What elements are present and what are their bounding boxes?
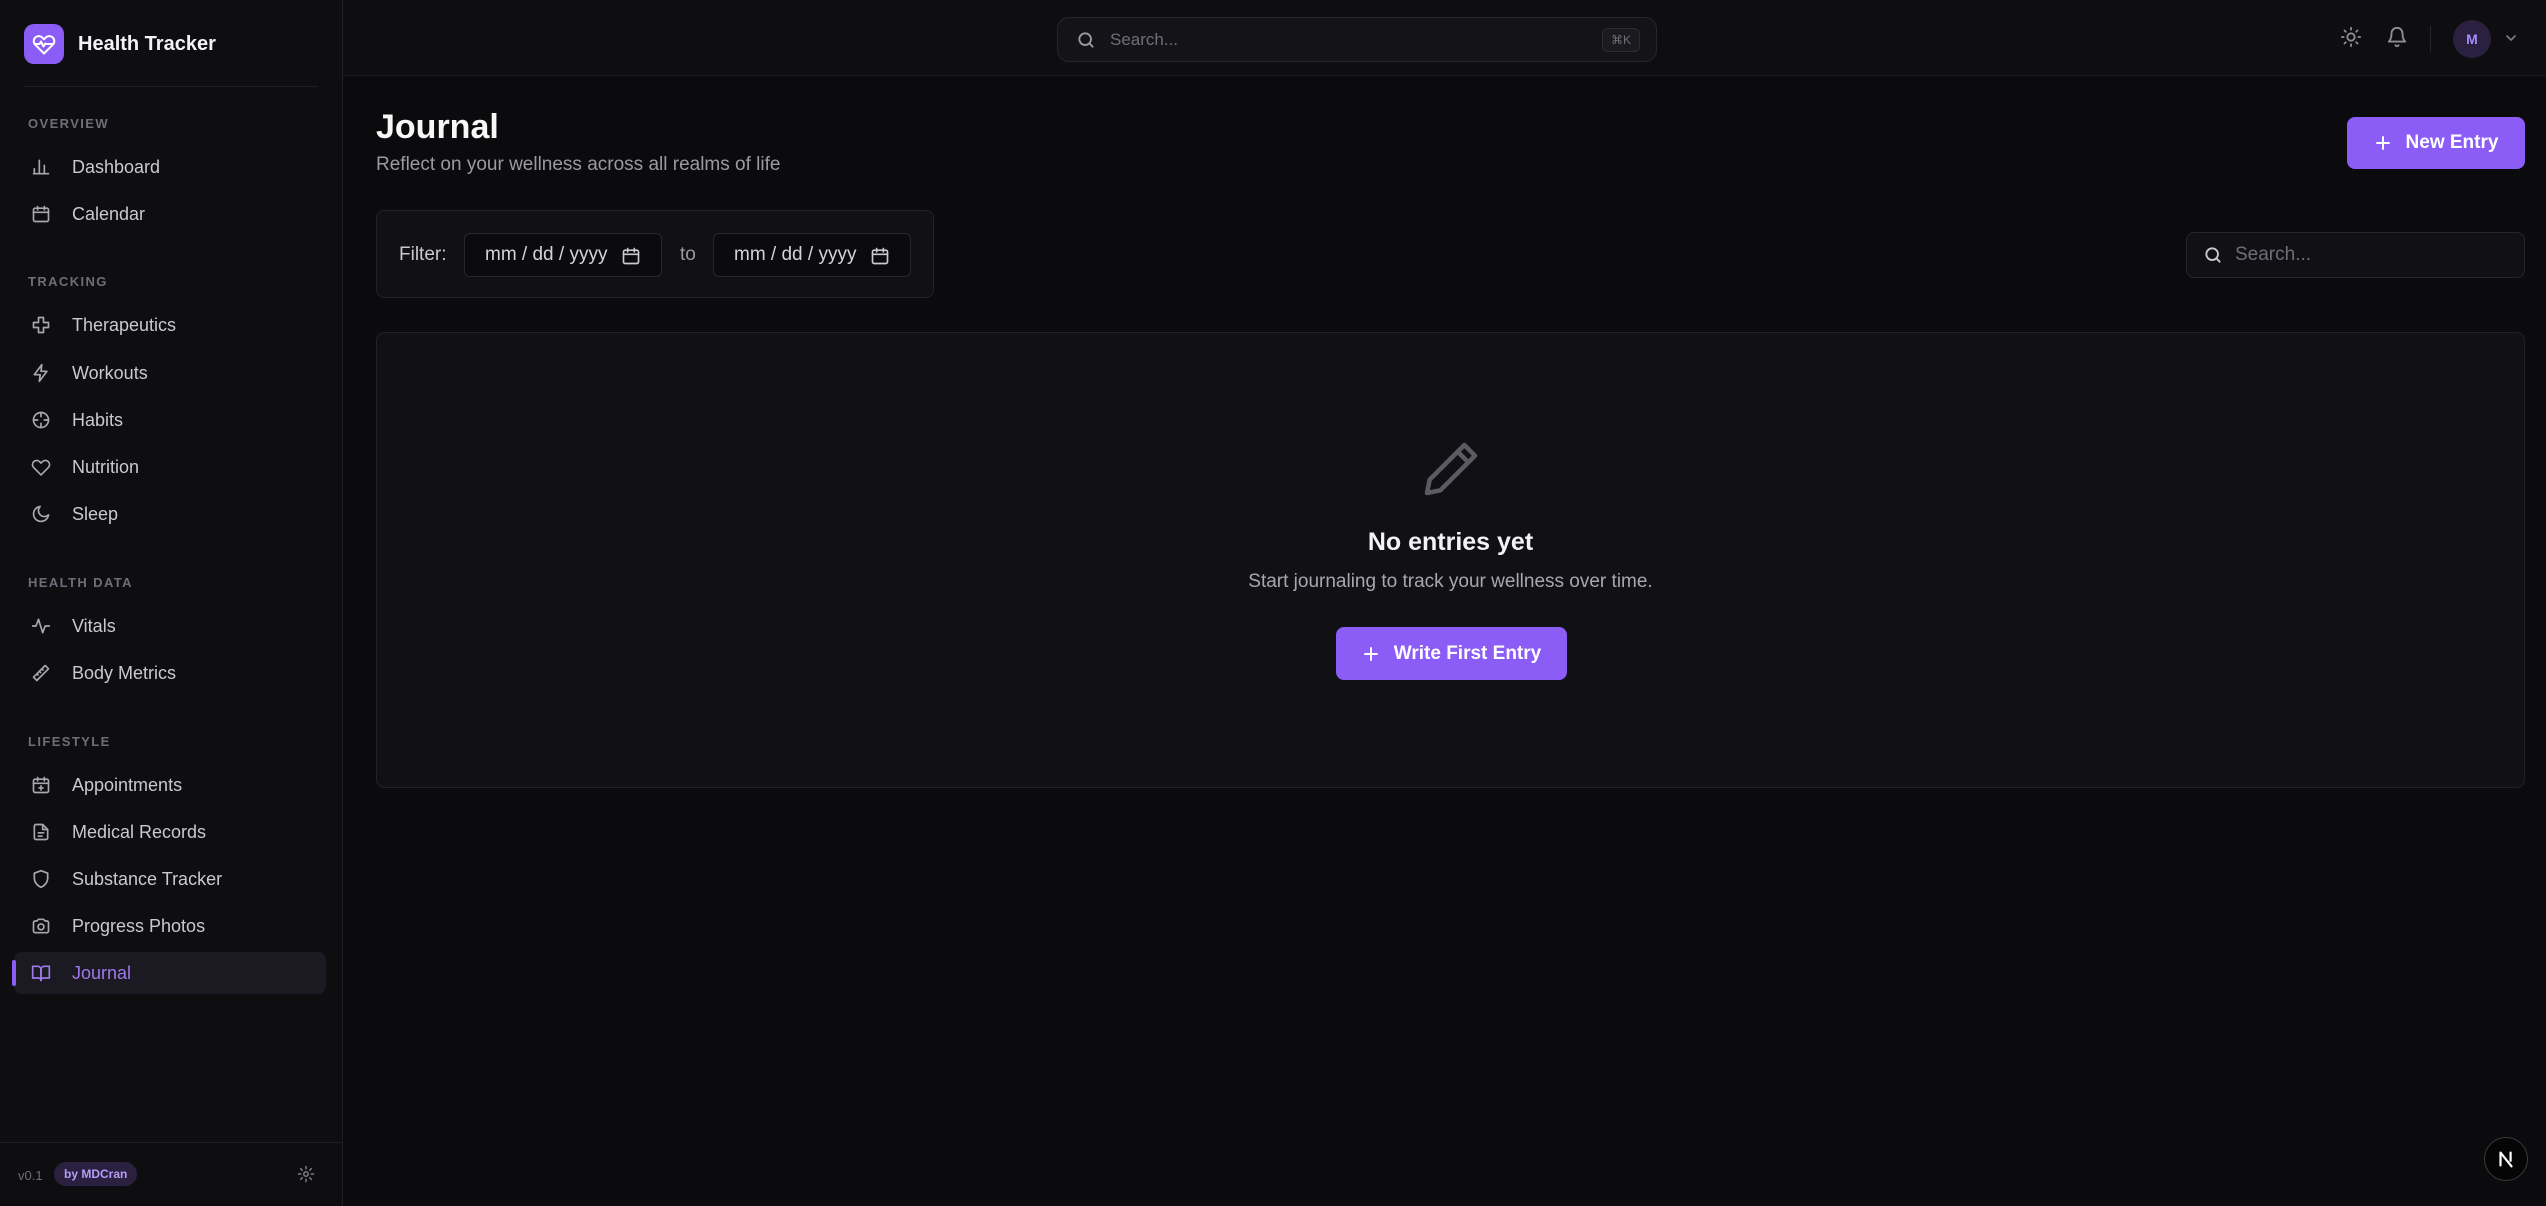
write-first-entry-button[interactable]: Write First Entry: [1336, 627, 1567, 680]
book-icon: [30, 962, 52, 984]
page-subtitle: Reflect on your wellness across all real…: [376, 154, 781, 175]
sidebar-item-label: Medical Records: [72, 821, 207, 842]
sidebar-item-label: Substance Tracker: [72, 868, 223, 889]
sidebar-item-body-metrics[interactable]: Body Metrics: [14, 652, 326, 694]
sidebar-item-label: Workouts: [72, 362, 148, 383]
sidebar-item-label: Calendar: [72, 203, 146, 224]
shield-icon: [30, 868, 52, 890]
bar-chart-icon: [30, 156, 52, 178]
target-icon: [30, 409, 52, 431]
sidebar-item-journal[interactable]: Journal: [12, 952, 326, 994]
sidebar: Health Tracker OVERVIEW Dashboard Calend…: [0, 0, 343, 1206]
sidebar-item-label: Appointments: [72, 774, 183, 795]
sidebar-item-label: Habits: [72, 409, 124, 430]
sidebar-item-label: Journal: [72, 962, 132, 983]
document-icon: [30, 821, 52, 843]
sidebar-item-label: Body Metrics: [72, 662, 177, 683]
heart-pulse-logo-icon: [24, 24, 64, 64]
sidebar-item-habits[interactable]: Habits: [14, 399, 326, 441]
global-search-placeholder: Search...: [1110, 29, 1179, 49]
sidebar-item-workouts[interactable]: Workouts: [14, 352, 326, 394]
calendar-icon: [30, 203, 52, 225]
page-title: Journal: [376, 108, 499, 146]
sidebar-item-label: Nutrition: [72, 456, 140, 477]
sidebar-item-label: Therapeutics: [72, 314, 177, 335]
app-name: Health Tracker: [78, 32, 216, 55]
empty-state-card: No entries yet Start journaling to track…: [376, 332, 2525, 788]
sidebar-item-therapeutics[interactable]: Therapeutics: [14, 304, 326, 346]
cross-icon: [30, 314, 52, 336]
topbar: Search... ⌘K M: [343, 0, 2546, 76]
date-from-input[interactable]: mm / dd / yyyy: [464, 233, 662, 277]
write-first-entry-label: Write First Entry: [1393, 642, 1542, 664]
new-entry-label: New Entry: [2405, 132, 2499, 153]
date-to-input[interactable]: mm / dd / yyyy: [713, 233, 911, 277]
shortcut-hint: ⌘K: [1601, 28, 1640, 52]
nav-section-lifestyle: LIFESTYLE: [28, 734, 111, 749]
pulse-icon: [30, 615, 52, 637]
divider: [24, 86, 318, 87]
sidebar-item-sleep[interactable]: Sleep: [14, 493, 326, 535]
sidebar-item-vitals[interactable]: Vitals: [14, 605, 326, 647]
empty-state-title: No entries yet: [1367, 528, 1534, 556]
version-label: v0.1: [18, 1168, 43, 1183]
ruler-icon: [30, 662, 52, 684]
lightning-icon: [30, 362, 52, 384]
gear-icon[interactable]: [297, 1165, 315, 1188]
moon-icon: [30, 503, 52, 525]
sidebar-item-label: Dashboard: [72, 156, 161, 177]
nextjs-logo-icon[interactable]: [2484, 1137, 2528, 1181]
chevron-down-icon[interactable]: [2503, 30, 2519, 46]
calendar-icon[interactable]: [870, 246, 890, 266]
brand[interactable]: Health Tracker: [24, 24, 216, 64]
journal-search: [2186, 232, 2525, 278]
sidebar-item-appointments[interactable]: Appointments: [14, 764, 326, 806]
sidebar-item-label: Vitals: [72, 615, 116, 636]
plus-icon: [1362, 645, 1380, 663]
sidebar-item-calendar[interactable]: Calendar: [14, 193, 326, 235]
date-filter: Filter: mm / dd / yyyy to mm / dd / yyyy: [376, 210, 934, 298]
filter-label: Filter:: [399, 244, 447, 265]
nav-section-overview: OVERVIEW: [28, 116, 110, 131]
search-icon: [1076, 30, 1096, 50]
to-label: to: [680, 244, 696, 265]
global-search[interactable]: Search... ⌘K: [1057, 17, 1657, 62]
heart-icon: [30, 456, 52, 478]
bell-icon[interactable]: [2386, 26, 2408, 48]
sidebar-item-label: Progress Photos: [72, 915, 206, 936]
sidebar-item-dashboard[interactable]: Dashboard: [14, 146, 326, 188]
calendar-plus-icon: [30, 774, 52, 796]
plus-icon: [2374, 134, 2392, 152]
sun-icon[interactable]: [2340, 26, 2362, 48]
nav-section-health-data: HEALTH DATA: [28, 575, 133, 590]
sidebar-item-progress-photos[interactable]: Progress Photos: [14, 905, 326, 947]
camera-icon: [30, 915, 52, 937]
empty-state-subtitle: Start journaling to track your wellness …: [1248, 571, 1653, 592]
author-badge[interactable]: by MDCran: [54, 1162, 138, 1186]
sidebar-item-nutrition[interactable]: Nutrition: [14, 446, 326, 488]
new-entry-button[interactable]: New Entry: [2347, 117, 2525, 169]
app-root: Health Tracker OVERVIEW Dashboard Calend…: [0, 0, 2546, 1206]
nav-section-tracking: TRACKING: [28, 274, 108, 289]
sidebar-item-label: Sleep: [72, 503, 119, 524]
search-icon: [2203, 245, 2223, 265]
journal-search-input[interactable]: [2235, 244, 2505, 266]
calendar-icon[interactable]: [621, 246, 641, 266]
pencil-icon: [1419, 437, 1483, 501]
date-from-placeholder: mm / dd / yyyy: [485, 244, 608, 265]
sidebar-item-substance-tracker[interactable]: Substance Tracker: [14, 858, 326, 900]
sidebar-item-medical-records[interactable]: Medical Records: [14, 811, 326, 853]
date-to-placeholder: mm / dd / yyyy: [734, 244, 857, 265]
sidebar-footer: v0.1 by MDCran: [0, 1142, 343, 1206]
divider: [2430, 26, 2431, 52]
avatar[interactable]: M: [2453, 20, 2491, 58]
